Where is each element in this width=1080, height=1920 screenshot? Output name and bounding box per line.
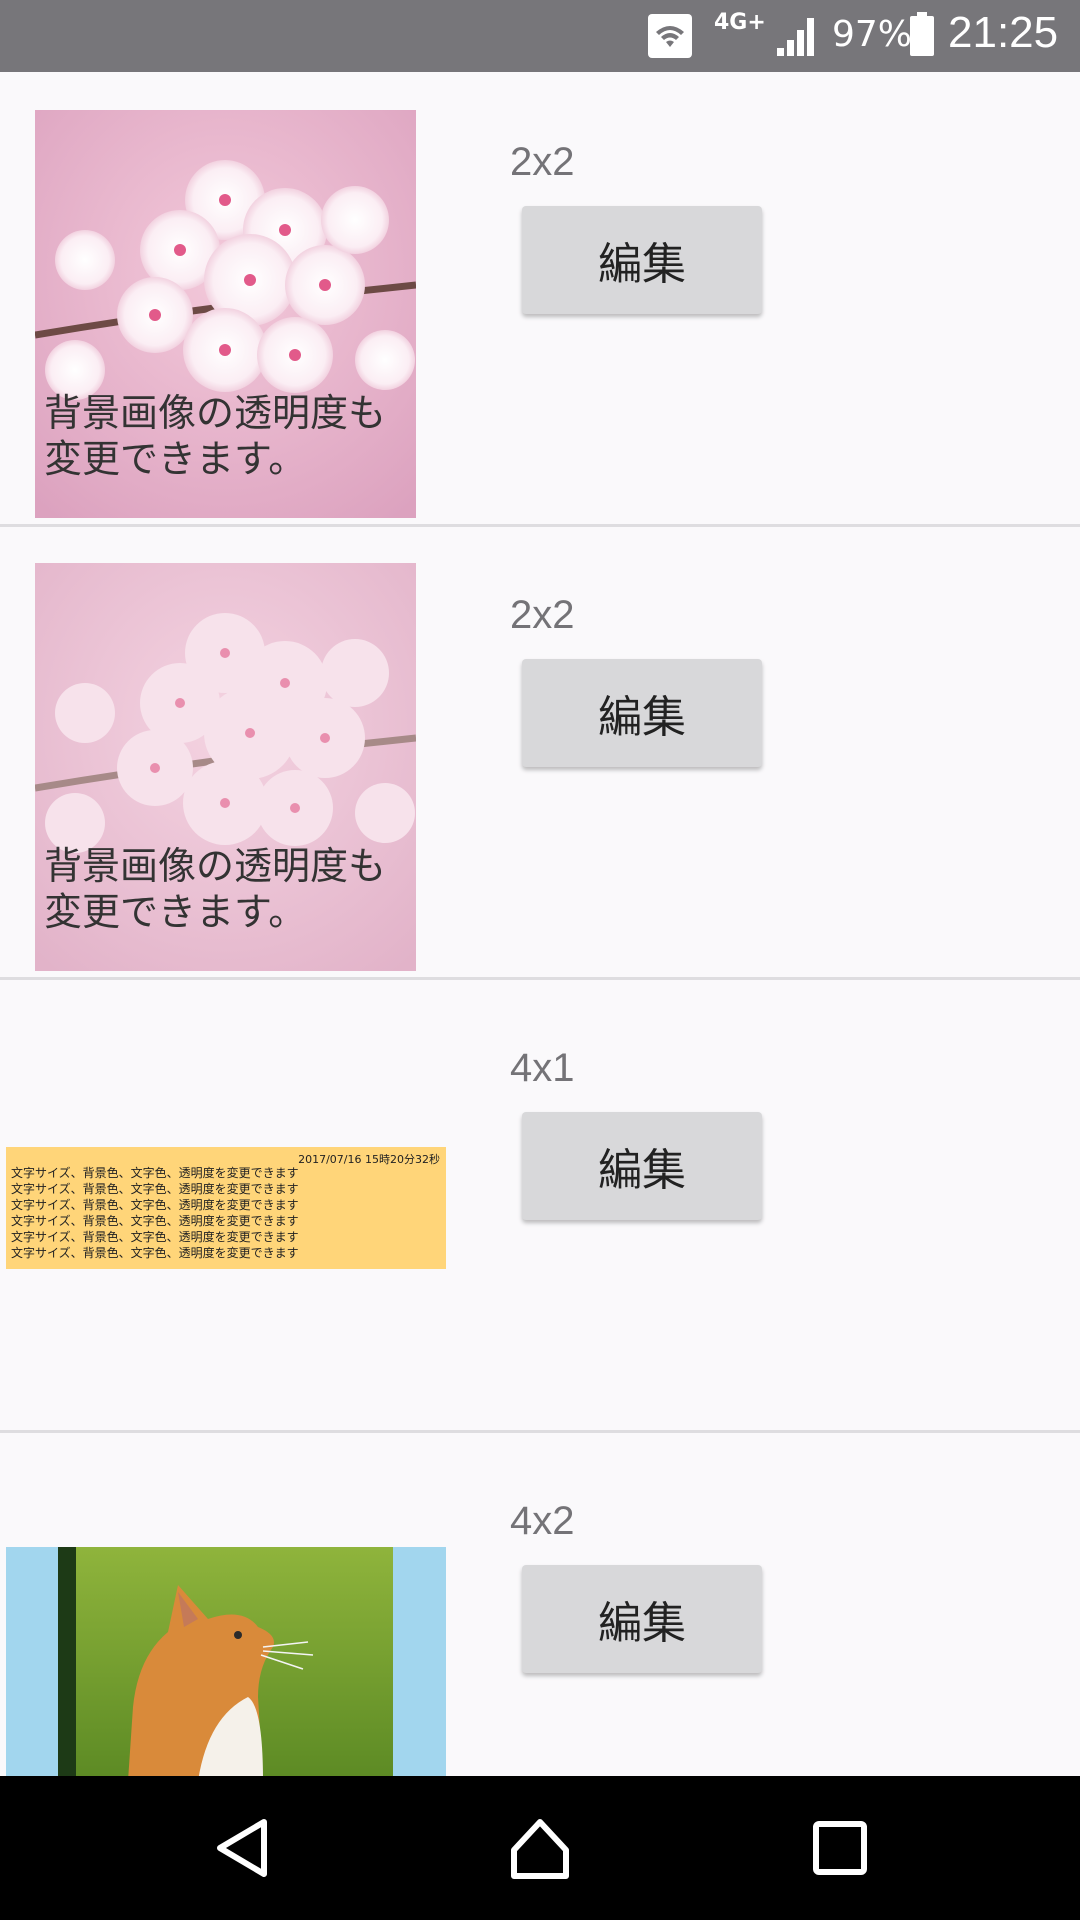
back-icon[interactable] (210, 1816, 274, 1880)
cat-photo (58, 1547, 393, 1781)
edit-button[interactable]: 編集 (522, 1112, 762, 1220)
widget-size-label: 4x1 (510, 1046, 575, 1090)
widget-preview-text-4x1: 2017/07/16 15時20分32秒 文字サイズ、背景色、文字色、透明度を変… (6, 1147, 446, 1269)
navigation-bar (0, 1776, 1080, 1920)
edit-button[interactable]: 編集 (522, 206, 762, 314)
battery-percent: 97% (832, 14, 913, 55)
widget-body-lines: 文字サイズ、背景色、文字色、透明度を変更できます 文字サイズ、背景色、文字色、透… (11, 1166, 299, 1260)
widget-date: 2017/07/16 15時20分32秒 (298, 1153, 440, 1166)
signal-icon (777, 18, 814, 56)
home-icon[interactable] (508, 1816, 572, 1880)
network-type: 4G+ (714, 10, 766, 35)
edit-button[interactable]: 編集 (522, 659, 762, 767)
widget-preview-cat (6, 1547, 446, 1781)
clock: 21:25 (948, 8, 1059, 57)
widget-size-label: 2x2 (510, 140, 575, 184)
status-bar: 4G+ 97% 21:25 (0, 0, 1080, 72)
widget-preview-sakura-transparent: 背景画像の透明度も 変更できます。 (35, 563, 416, 971)
widget-preview-text: 背景画像の透明度も 変更できます。 (44, 391, 387, 481)
widget-row-1: 背景画像の透明度も 変更できます。 2x2 編集 (0, 72, 1080, 527)
widget-row-3: 2017/07/16 15時20分32秒 文字サイズ、背景色、文字色、透明度を変… (0, 978, 1080, 1433)
widget-preview-sakura: 背景画像の透明度も 変更できます。 (35, 110, 416, 518)
wifi-icon (648, 14, 692, 58)
widget-row-2: 背景画像の透明度も 変更できます。 2x2 編集 (0, 525, 1080, 980)
widget-preview-text: 背景画像の透明度も 変更できます。 (44, 844, 387, 934)
widget-size-label: 2x2 (510, 593, 575, 637)
recents-icon[interactable] (808, 1816, 872, 1880)
widget-size-label: 4x2 (510, 1499, 575, 1543)
edit-button[interactable]: 編集 (522, 1565, 762, 1673)
battery-icon (910, 12, 934, 56)
